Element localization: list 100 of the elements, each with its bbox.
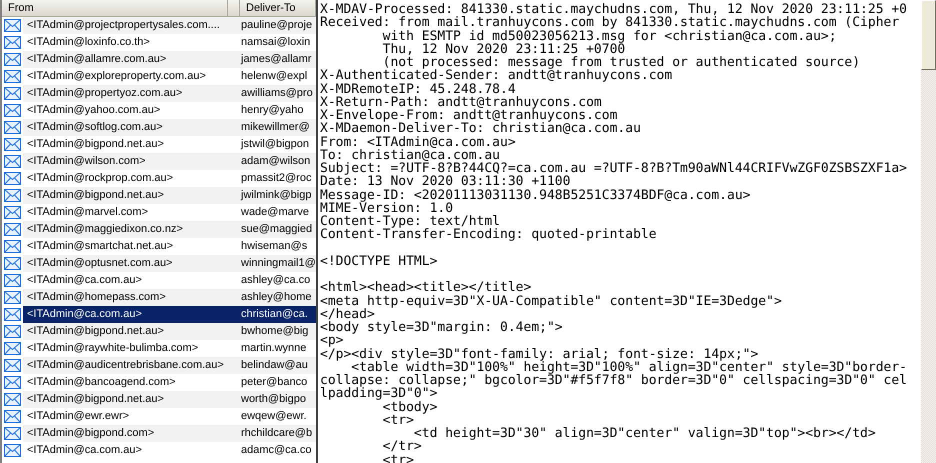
recipient-text: belindaw@au: [240, 358, 308, 373]
message-row[interactable]: <ITAdmin@bigpond.net.au> jstwil@bigpon: [23, 136, 316, 153]
recipient-text: helenw@expl: [240, 69, 308, 84]
sender-text: <ITAdmin@marvel.com>: [26, 205, 148, 220]
sender-text: <ITAdmin@projectpropertysales.com....: [26, 18, 220, 33]
sender-text: <ITAdmin@bigpond.com>: [26, 426, 154, 441]
sender-text: <ITAdmin@rockprop.com.au>: [26, 171, 174, 186]
sender-text: <ITAdmin@propertyoz.com.au>: [26, 86, 182, 101]
source-line: Content-Transfer-Encoding: quoted-printable: [320, 227, 657, 242]
recipient-text: pmassit2@roc: [240, 171, 312, 186]
recipient-text: ewqew@ewr.: [240, 409, 307, 424]
source-line: X-Envelope-From: andtt@tranhuycons.com: [320, 108, 618, 123]
message-row[interactable]: <ITAdmin@maggiedixon.co.nz> sue@maggied: [23, 221, 316, 238]
recipient-text: awilliams@pro: [240, 86, 313, 101]
message-row[interactable]: <ITAdmin@projectpropertysales.com.... pauline@proje: [23, 17, 316, 34]
source-line: <!DOCTYPE HTML>: [320, 254, 438, 269]
message-row[interactable]: <ITAdmin@bancoagend.com> peter@banco: [23, 374, 316, 391]
scrollbar[interactable]: [921, 0, 936, 463]
source-line: <tbody>: [382, 400, 438, 414]
sender-text: <ITAdmin@bigpond.net.au>: [26, 392, 164, 407]
message-row[interactable]: <ITAdmin@ca.com.au> adamc@ca.co: [23, 442, 316, 459]
message-row[interactable]: <ITAdmin@exploreproperty.com.au> helenw@expl: [23, 68, 316, 85]
sender-text: <ITAdmin@softlog.com.au>: [26, 120, 163, 135]
recipient-text: james@allamr: [240, 52, 312, 67]
envelope-icon: [4, 36, 21, 49]
envelope-icon: [4, 308, 21, 321]
message-row[interactable]: <ITAdmin@bigpond.com> rhchildcare@b: [23, 425, 316, 442]
source-line: <html><head><title></title>: [320, 280, 532, 296]
recipient-text: peter@banco: [240, 375, 308, 390]
recipient-text: adam@wilson: [240, 154, 310, 169]
message-row[interactable]: <ITAdmin@smartchat.net.au> hwiseman@s: [23, 238, 316, 255]
message-row[interactable]: <ITAdmin@marvel.com> wade@marve: [23, 204, 316, 221]
sender-text: <ITAdmin@yahoo.com.au>: [26, 103, 160, 118]
message-row[interactable]: <ITAdmin@loxinfo.co.th> namsai@loxin: [23, 34, 316, 51]
message-row[interactable]: <ITAdmin@bigpond.net.au> jwilmink@bigp: [23, 187, 316, 204]
recipient-text: ashley@home: [240, 290, 312, 305]
envelope-icon: [4, 342, 21, 355]
envelope-icon: [4, 240, 21, 253]
recipient-text: namsai@loxin: [240, 35, 310, 50]
message-row[interactable]: <ITAdmin@yahoo.com.au> henry@yaho: [23, 102, 316, 119]
message-row[interactable]: <ITAdmin@homepass.com> ashley@home: [23, 289, 316, 306]
message-row[interactable]: <ITAdmin@allamre.com.au> james@allamr: [23, 51, 316, 68]
envelope-icon: [4, 138, 21, 151]
envelope-icon: [4, 427, 21, 440]
envelope-icon: [4, 53, 21, 66]
envelope-icon: [4, 325, 21, 338]
sender-text: <ITAdmin@raywhite-bulimba.com>: [26, 341, 198, 356]
source-line: X-MDRemoteIP: 45.248.78.4: [320, 82, 516, 96]
source-line: <td height=3D"30" align=3D"center" valign=3D"top"><br></td>: [414, 426, 876, 441]
message-row[interactable]: <ITAdmin@propertyoz.com.au> awilliams@pro: [23, 85, 316, 102]
message-row[interactable]: <ITAdmin@bigpond.net.au> bwhome@big: [23, 323, 316, 340]
source-line: Message-ID: <20201113031130.948B5251C3374BDF@ca.com.au>: [320, 188, 750, 202]
source-line: lpadding=3D"0">: [320, 386, 438, 402]
message-row[interactable]: <ITAdmin@bigpond.net.au> worth@bigpo: [23, 391, 316, 408]
message-row[interactable]: <ITAdmin@rockprop.com.au> pmassit2@roc: [23, 170, 316, 187]
sender-text: <ITAdmin@homepass.com>: [26, 290, 166, 305]
sender-text: <ITAdmin@bigpond.net.au>: [26, 188, 164, 203]
source-line: Received: from mail.tranhuycons.com by 841330.static.maychudns.com (Cipher: [320, 15, 900, 30]
envelope-icon: [4, 410, 21, 423]
envelope-icon: [4, 19, 21, 32]
recipient-text: worth@bigpo: [240, 392, 306, 407]
sender-text: <ITAdmin@bigpond.net.au>: [26, 324, 164, 339]
envelope-icon: [4, 257, 21, 270]
source-line: <tr>: [382, 412, 414, 428]
message-row[interactable]: <ITAdmin@ca.com.au> christian@ca.: [23, 306, 316, 323]
source-line: To: christian@ca.com.au: [320, 148, 500, 163]
message-row[interactable]: <ITAdmin@audicentrebrisbane.com.au> belindaw@au: [23, 357, 316, 374]
source-line: X-Authenticated-Sender: andtt@tranhuycons.com: [320, 68, 672, 84]
recipient-text: hwiseman@s: [240, 239, 308, 254]
sender-text: <ITAdmin@exploreproperty.com.au>: [26, 69, 206, 84]
message-row[interactable]: <ITAdmin@wilson.com> adam@wilson: [23, 153, 316, 170]
source-line: Subject: =?UTF-8?B?44CQ?=ca.com.au =?UTF-8?B?Tm90aWNl44CRIFVwZGF0ZSBSZXF1a>: [320, 161, 907, 176]
envelope-icon: [4, 87, 21, 100]
message-row[interactable]: <ITAdmin@ca.com.au> ashley@ca.co: [23, 272, 316, 289]
source-line: X-Return-Path: andtt@tranhuycons.com: [320, 94, 602, 110]
envelope-icon: [4, 172, 21, 185]
sender-text: <ITAdmin@allamre.com.au>: [26, 52, 166, 67]
envelope-icon: [4, 359, 21, 372]
source-line: Thu, 12 Nov 2020 23:11:25 +0700: [382, 42, 626, 57]
source-line: </p><div style=3D"font-family: arial; font-size: 14px;">: [320, 346, 758, 362]
recipient-text: jwilmink@bigp: [240, 188, 312, 203]
source-line: collapse: collapse;" bgcolor=3D"#f5f7f8" border=3D"0" cellspacing=3D"0" cel: [320, 373, 907, 388]
envelope-icon: [4, 223, 21, 236]
source-line: </head>: [320, 306, 375, 322]
envelope-icon: [4, 291, 21, 304]
recipient-text: wade@marve: [240, 205, 310, 220]
envelope-icon: [4, 70, 21, 83]
envelope-icon: [4, 393, 21, 406]
recipient-text: bwhome@big: [240, 324, 308, 339]
envelope-icon: [4, 189, 21, 202]
source-line: X-MDaemon-Deliver-To: christian@ca.com.au: [320, 121, 641, 136]
message-row[interactable]: <ITAdmin@optusnet.com.au> winningmail1@: [23, 255, 316, 272]
scrollbar-thumb[interactable]: [921, 0, 936, 70]
message-row[interactable]: <ITAdmin@softlog.com.au> mikewillmer@: [23, 119, 316, 136]
message-row[interactable]: <ITAdmin@ewr.ewr> ewqew@ewr.: [23, 408, 316, 425]
source-line: <meta http-equiv=3D"X-UA-Compatible" content=3D"IE=3Dedge">: [320, 294, 782, 308]
message-row[interactable]: <ITAdmin@raywhite-bulimba.com> martin.wynne: [23, 340, 316, 357]
envelope-icon: [4, 206, 21, 219]
source-line: MIME-Version: 1.0: [320, 200, 454, 216]
sender-text: <ITAdmin@optusnet.com.au>: [26, 256, 172, 271]
